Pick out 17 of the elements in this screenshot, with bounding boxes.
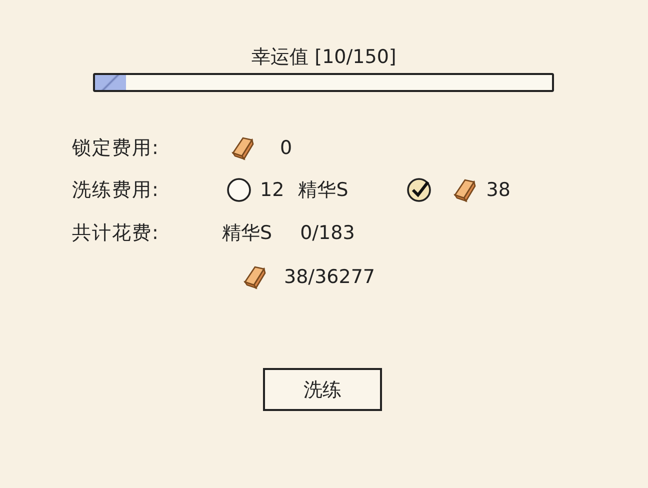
option-amount: 12 — [260, 179, 284, 201]
ingot-icon — [452, 177, 478, 203]
row-label: 锁定费用: — [72, 136, 160, 161]
refine-button[interactable]: 洗练 — [263, 368, 382, 411]
option-radio[interactable] — [226, 177, 252, 203]
row-label: 洗练费用: — [72, 178, 160, 203]
total-material-name: 精华S — [222, 221, 272, 246]
lock-cost-value: 0 — [280, 137, 292, 159]
luck-title: 幸运值 [10/150] — [250, 45, 398, 70]
row-label: 共计花费: — [72, 221, 160, 246]
ingot-icon — [242, 264, 268, 290]
option-radio[interactable] — [406, 177, 432, 203]
option-amount: 38 — [486, 179, 510, 201]
total-material-amount: 0/183 — [300, 222, 355, 244]
ingot-icon — [230, 135, 256, 161]
total-ingot-amount: 38/36277 — [284, 266, 376, 288]
option-material: 精华S — [298, 178, 348, 203]
